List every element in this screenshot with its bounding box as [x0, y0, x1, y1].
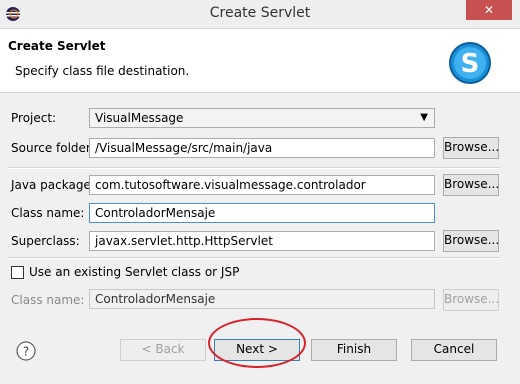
- existing-class-name-label: Class name:: [11, 293, 85, 307]
- svg-text:?: ?: [23, 345, 29, 359]
- finish-button[interactable]: Finish: [311, 339, 397, 361]
- wizard-banner: Create Servlet Specify class file destin…: [0, 29, 520, 93]
- project-value: VisualMessage: [95, 111, 184, 125]
- use-existing-checkbox[interactable]: [11, 266, 24, 279]
- help-icon[interactable]: ?: [16, 341, 36, 361]
- superclass-label: Superclass:: [11, 234, 80, 248]
- java-package-field[interactable]: com.tutosoftware.visualmessage.controlad…: [89, 175, 435, 195]
- close-button[interactable]: ✕: [466, 0, 512, 20]
- browse-existing-class-button[interactable]: Browse...: [443, 289, 499, 311]
- source-folder-label: Source folder:: [11, 141, 95, 155]
- class-name-label: Class name:: [11, 206, 85, 220]
- class-name-field[interactable]: ControladorMensaje: [89, 203, 435, 223]
- window-title: Create Servlet: [209, 5, 311, 21]
- title-bar: Create Servlet ✕: [0, 0, 520, 29]
- separator: [8, 167, 500, 169]
- banner-description: Specify class file destination.: [15, 64, 190, 78]
- existing-class-name-field[interactable]: ControladorMensaje: [89, 289, 435, 309]
- create-servlet-dialog: Create Servlet ✕ Create Servlet Specify …: [0, 0, 520, 384]
- separator: [8, 257, 500, 259]
- source-folder-field[interactable]: /VisualMessage/src/main/java: [89, 138, 435, 158]
- back-button[interactable]: < Back: [120, 339, 206, 361]
- browse-java-package-button[interactable]: Browse...: [443, 174, 499, 196]
- project-select[interactable]: VisualMessage ▼: [89, 108, 435, 128]
- superclass-field[interactable]: javax.servlet.http.HttpServlet: [89, 231, 435, 251]
- browse-source-folder-button[interactable]: Browse...: [443, 137, 499, 159]
- java-package-label: Java package:: [11, 178, 95, 192]
- servlet-s-icon: S: [449, 42, 491, 84]
- annotation-circle: [208, 318, 306, 368]
- project-label: Project:: [11, 111, 57, 125]
- browse-superclass-button[interactable]: Browse...: [443, 230, 499, 252]
- use-existing-checkbox-label[interactable]: Use an existing Servlet class or JSP: [29, 265, 239, 279]
- cancel-button[interactable]: Cancel: [411, 339, 497, 361]
- svg-text:S: S: [461, 49, 480, 79]
- banner-title: Create Servlet: [8, 39, 106, 53]
- chevron-down-icon: ▼: [420, 112, 428, 123]
